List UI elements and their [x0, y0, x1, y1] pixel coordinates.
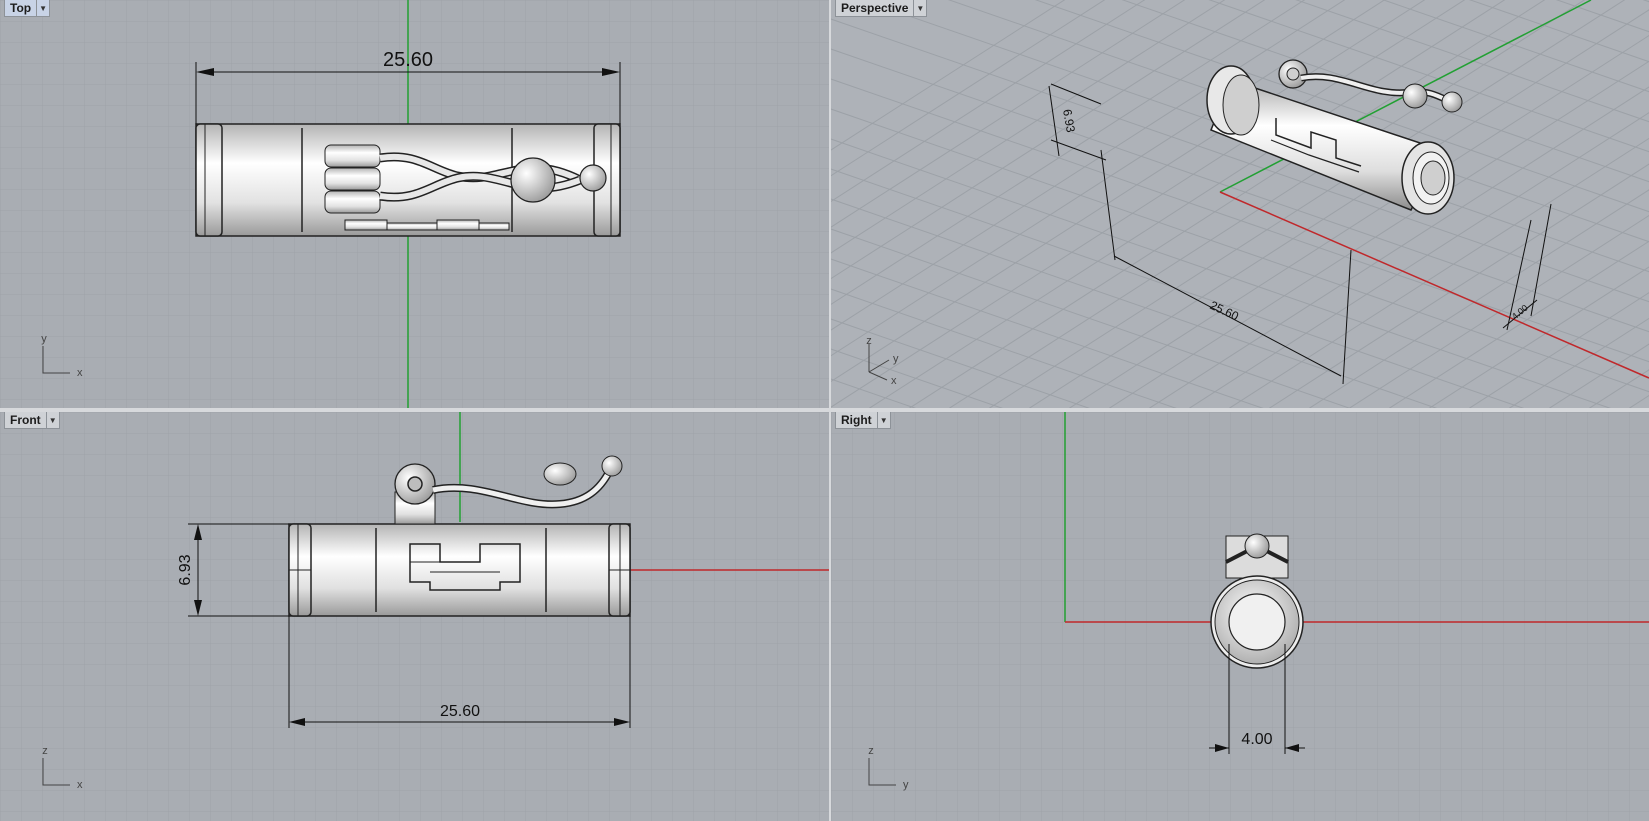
axis-label: x	[77, 779, 83, 791]
viewport-tab-top[interactable]: Top ▼	[4, 0, 51, 17]
axis-label: z	[866, 335, 872, 347]
viewport-top[interactable]: 25.60 y x Top ▼	[0, 0, 829, 408]
dimension-length-text: 25.60	[440, 703, 480, 720]
axis-label: y	[41, 333, 47, 345]
axis-label: y	[893, 353, 899, 365]
axis-label: x	[891, 375, 897, 387]
viewport-front[interactable]: 6.93 25.60 z x Front ▼	[0, 412, 829, 821]
viewport-front-canvas[interactable]: 6.93 25.60 z x	[0, 412, 829, 821]
viewport-top-canvas[interactable]: 25.60 y x	[0, 0, 829, 408]
viewport-perspective[interactable]: 6.93 25.60 4.00 z y x Perspective ▼	[831, 0, 1649, 408]
axis-label: y	[903, 779, 909, 791]
axis-label: z	[868, 745, 874, 757]
viewport-tab-right[interactable]: Right ▼	[835, 412, 891, 429]
dropdown-arrow-icon[interactable]: ▼	[36, 0, 49, 16]
pendant-model-top[interactable]	[195, 123, 621, 237]
dropdown-arrow-icon[interactable]: ▼	[45, 412, 59, 428]
viewport-title: Front	[10, 413, 41, 427]
viewport-tab-perspective[interactable]: Perspective ▼	[835, 0, 928, 17]
viewport-tab-front[interactable]: Front ▼	[4, 412, 60, 429]
dropdown-arrow-icon[interactable]: ▼	[876, 412, 890, 428]
dimension-width-text: 4.00	[1241, 731, 1272, 748]
viewport-right[interactable]: 4.00 z y Right ▼	[831, 412, 1649, 821]
viewport-right-canvas[interactable]: 4.00 z y	[831, 412, 1649, 821]
viewport-title: Right	[841, 413, 872, 427]
dimension-height-text: 6.93	[177, 554, 194, 585]
dimension-length-text: 25.60	[383, 49, 433, 71]
viewport-perspective-canvas[interactable]: 6.93 25.60 4.00 z y x	[831, 0, 1649, 408]
axis-label: x	[77, 367, 83, 379]
axis-label: z	[42, 745, 48, 757]
viewport-title: Perspective	[841, 1, 909, 15]
viewport-title: Top	[10, 1, 32, 15]
dropdown-arrow-icon[interactable]: ▼	[913, 0, 926, 16]
